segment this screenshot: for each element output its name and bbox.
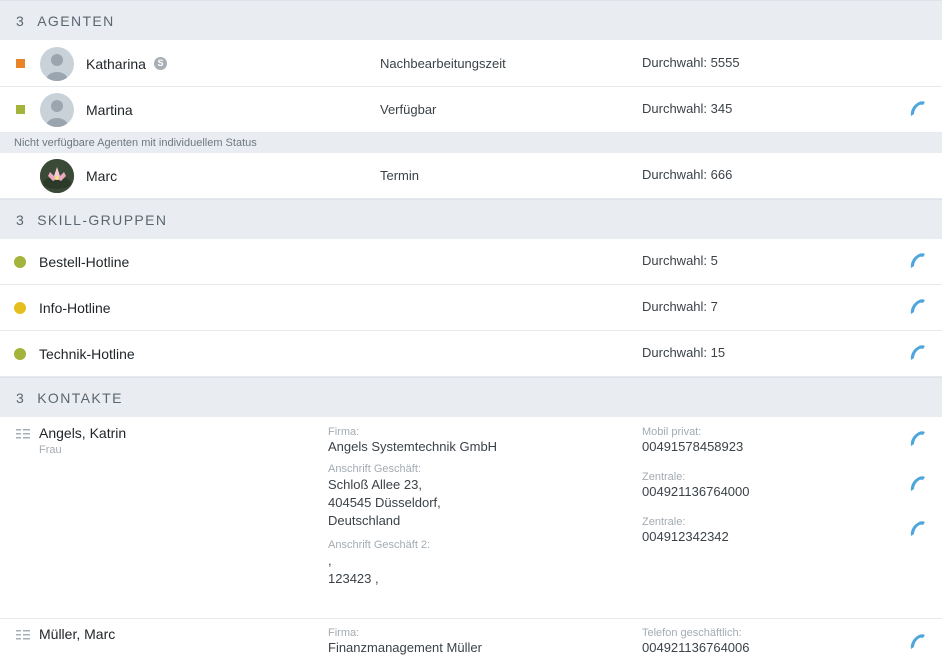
status-indicator	[14, 302, 26, 314]
skill-groups-count: 3	[16, 211, 26, 228]
agent-extension: Durchwahl: 5555	[642, 55, 740, 70]
person-avatar-icon	[40, 47, 74, 81]
status-indicator	[14, 256, 26, 268]
agent-name: Martina	[86, 102, 133, 118]
agent-status: Verfügbar	[380, 102, 437, 117]
agent-row-martina[interactable]: Martina Verfügbar Durchwahl: 345	[0, 87, 942, 133]
phone-icon[interactable]	[908, 99, 928, 119]
contacts-title: KONTAKTE	[37, 389, 123, 406]
contact-card-icon	[16, 429, 30, 439]
agent-extension: Durchwahl: 666	[642, 167, 733, 182]
phone-label: Telefon geschäftlich:	[642, 627, 742, 639]
phone-icon[interactable]	[908, 519, 928, 539]
unavailable-agents-label: Nicht verfügbare Agenten mit individuell…	[0, 133, 942, 153]
company-label: Firma:	[328, 426, 360, 438]
skill-groups-title: SKILL-GRUPPEN	[37, 211, 168, 228]
contact-item-mueller-marc[interactable]: Müller, Marc Firma: Finanzmanagement Mül…	[0, 620, 942, 661]
agents-count: 3	[16, 12, 26, 29]
agent-name: Marc	[86, 168, 118, 184]
section-header-contacts: 3 KONTAKTE	[0, 377, 942, 417]
skill-group-row[interactable]: Bestell-Hotline Durchwahl: 5	[0, 239, 942, 285]
phone-label: Zentrale:	[642, 516, 686, 528]
contact-name: Angels, Katrin	[39, 425, 127, 441]
section-header-skill-groups: 3 SKILL-GRUPPEN	[0, 199, 942, 239]
contact-name: Müller, Marc	[39, 626, 116, 642]
company-value: Finanzmanagement Müller	[328, 640, 482, 655]
phone-number[interactable]: 00491578458923	[642, 438, 743, 456]
status-indicator	[16, 105, 25, 114]
agent-row-katharina[interactable]: Katharina S Nachbearbeitungszeit Durchwa…	[0, 41, 942, 87]
skill-group-row[interactable]: Technik-Hotline Durchwahl: 15	[0, 331, 942, 377]
status-indicator	[16, 59, 25, 68]
agent-name: Katharina	[86, 56, 146, 72]
company-label: Firma:	[328, 627, 360, 639]
address2-label: Anschrift Geschäft 2:	[328, 539, 431, 551]
phone-label: Zentrale:	[642, 471, 686, 483]
agent-status: Nachbearbeitungszeit	[380, 56, 506, 71]
skill-group-extension: Durchwahl: 15	[642, 345, 726, 360]
supervisor-badge: S	[154, 57, 167, 70]
phone-icon[interactable]	[908, 474, 928, 494]
phone-label: Mobil privat:	[642, 426, 702, 438]
phone-icon[interactable]	[908, 429, 928, 449]
contact-item-angels-katrin[interactable]: Angels, Katrin Frau Firma: Angels System…	[0, 417, 942, 619]
section-header-agents: 3 AGENTEN	[0, 0, 942, 40]
company-value: Angels Systemtechnik GmbH	[328, 439, 498, 454]
contact-salutation: Frau	[39, 444, 62, 456]
phone-number[interactable]: 004921136764006	[642, 639, 750, 657]
agent-status: Termin	[380, 168, 420, 183]
skill-group-extension: Durchwahl: 5	[642, 253, 718, 268]
phone-icon[interactable]	[908, 632, 928, 652]
skill-group-name: Info-Hotline	[39, 300, 111, 316]
skill-group-extension: Durchwahl: 7	[642, 299, 718, 314]
phone-icon[interactable]	[908, 343, 928, 363]
skill-group-row[interactable]: Info-Hotline Durchwahl: 7	[0, 285, 942, 331]
agents-title: AGENTEN	[37, 12, 115, 29]
phone-number[interactable]: 004912342342	[642, 528, 729, 546]
agent-row-marc[interactable]: Marc Termin Durchwahl: 666	[0, 153, 942, 199]
contact-card-icon	[16, 630, 30, 640]
phone-icon[interactable]	[908, 297, 928, 317]
contacts-count: 3	[16, 389, 26, 406]
address-label: Anschrift Geschäft:	[328, 463, 421, 475]
person-avatar-icon	[40, 159, 74, 193]
status-indicator	[14, 348, 26, 360]
address-value: Schloß Allee 23, 404545 Düsseldorf, Deut…	[328, 477, 441, 528]
phone-icon[interactable]	[908, 251, 928, 271]
person-avatar-icon	[40, 93, 74, 127]
address2-value: , 123423 ,	[328, 553, 379, 586]
skill-group-name: Technik-Hotline	[39, 346, 135, 362]
skill-group-name: Bestell-Hotline	[39, 254, 130, 270]
phone-number[interactable]: 004921136764000	[642, 483, 750, 501]
agent-extension: Durchwahl: 345	[642, 101, 733, 116]
